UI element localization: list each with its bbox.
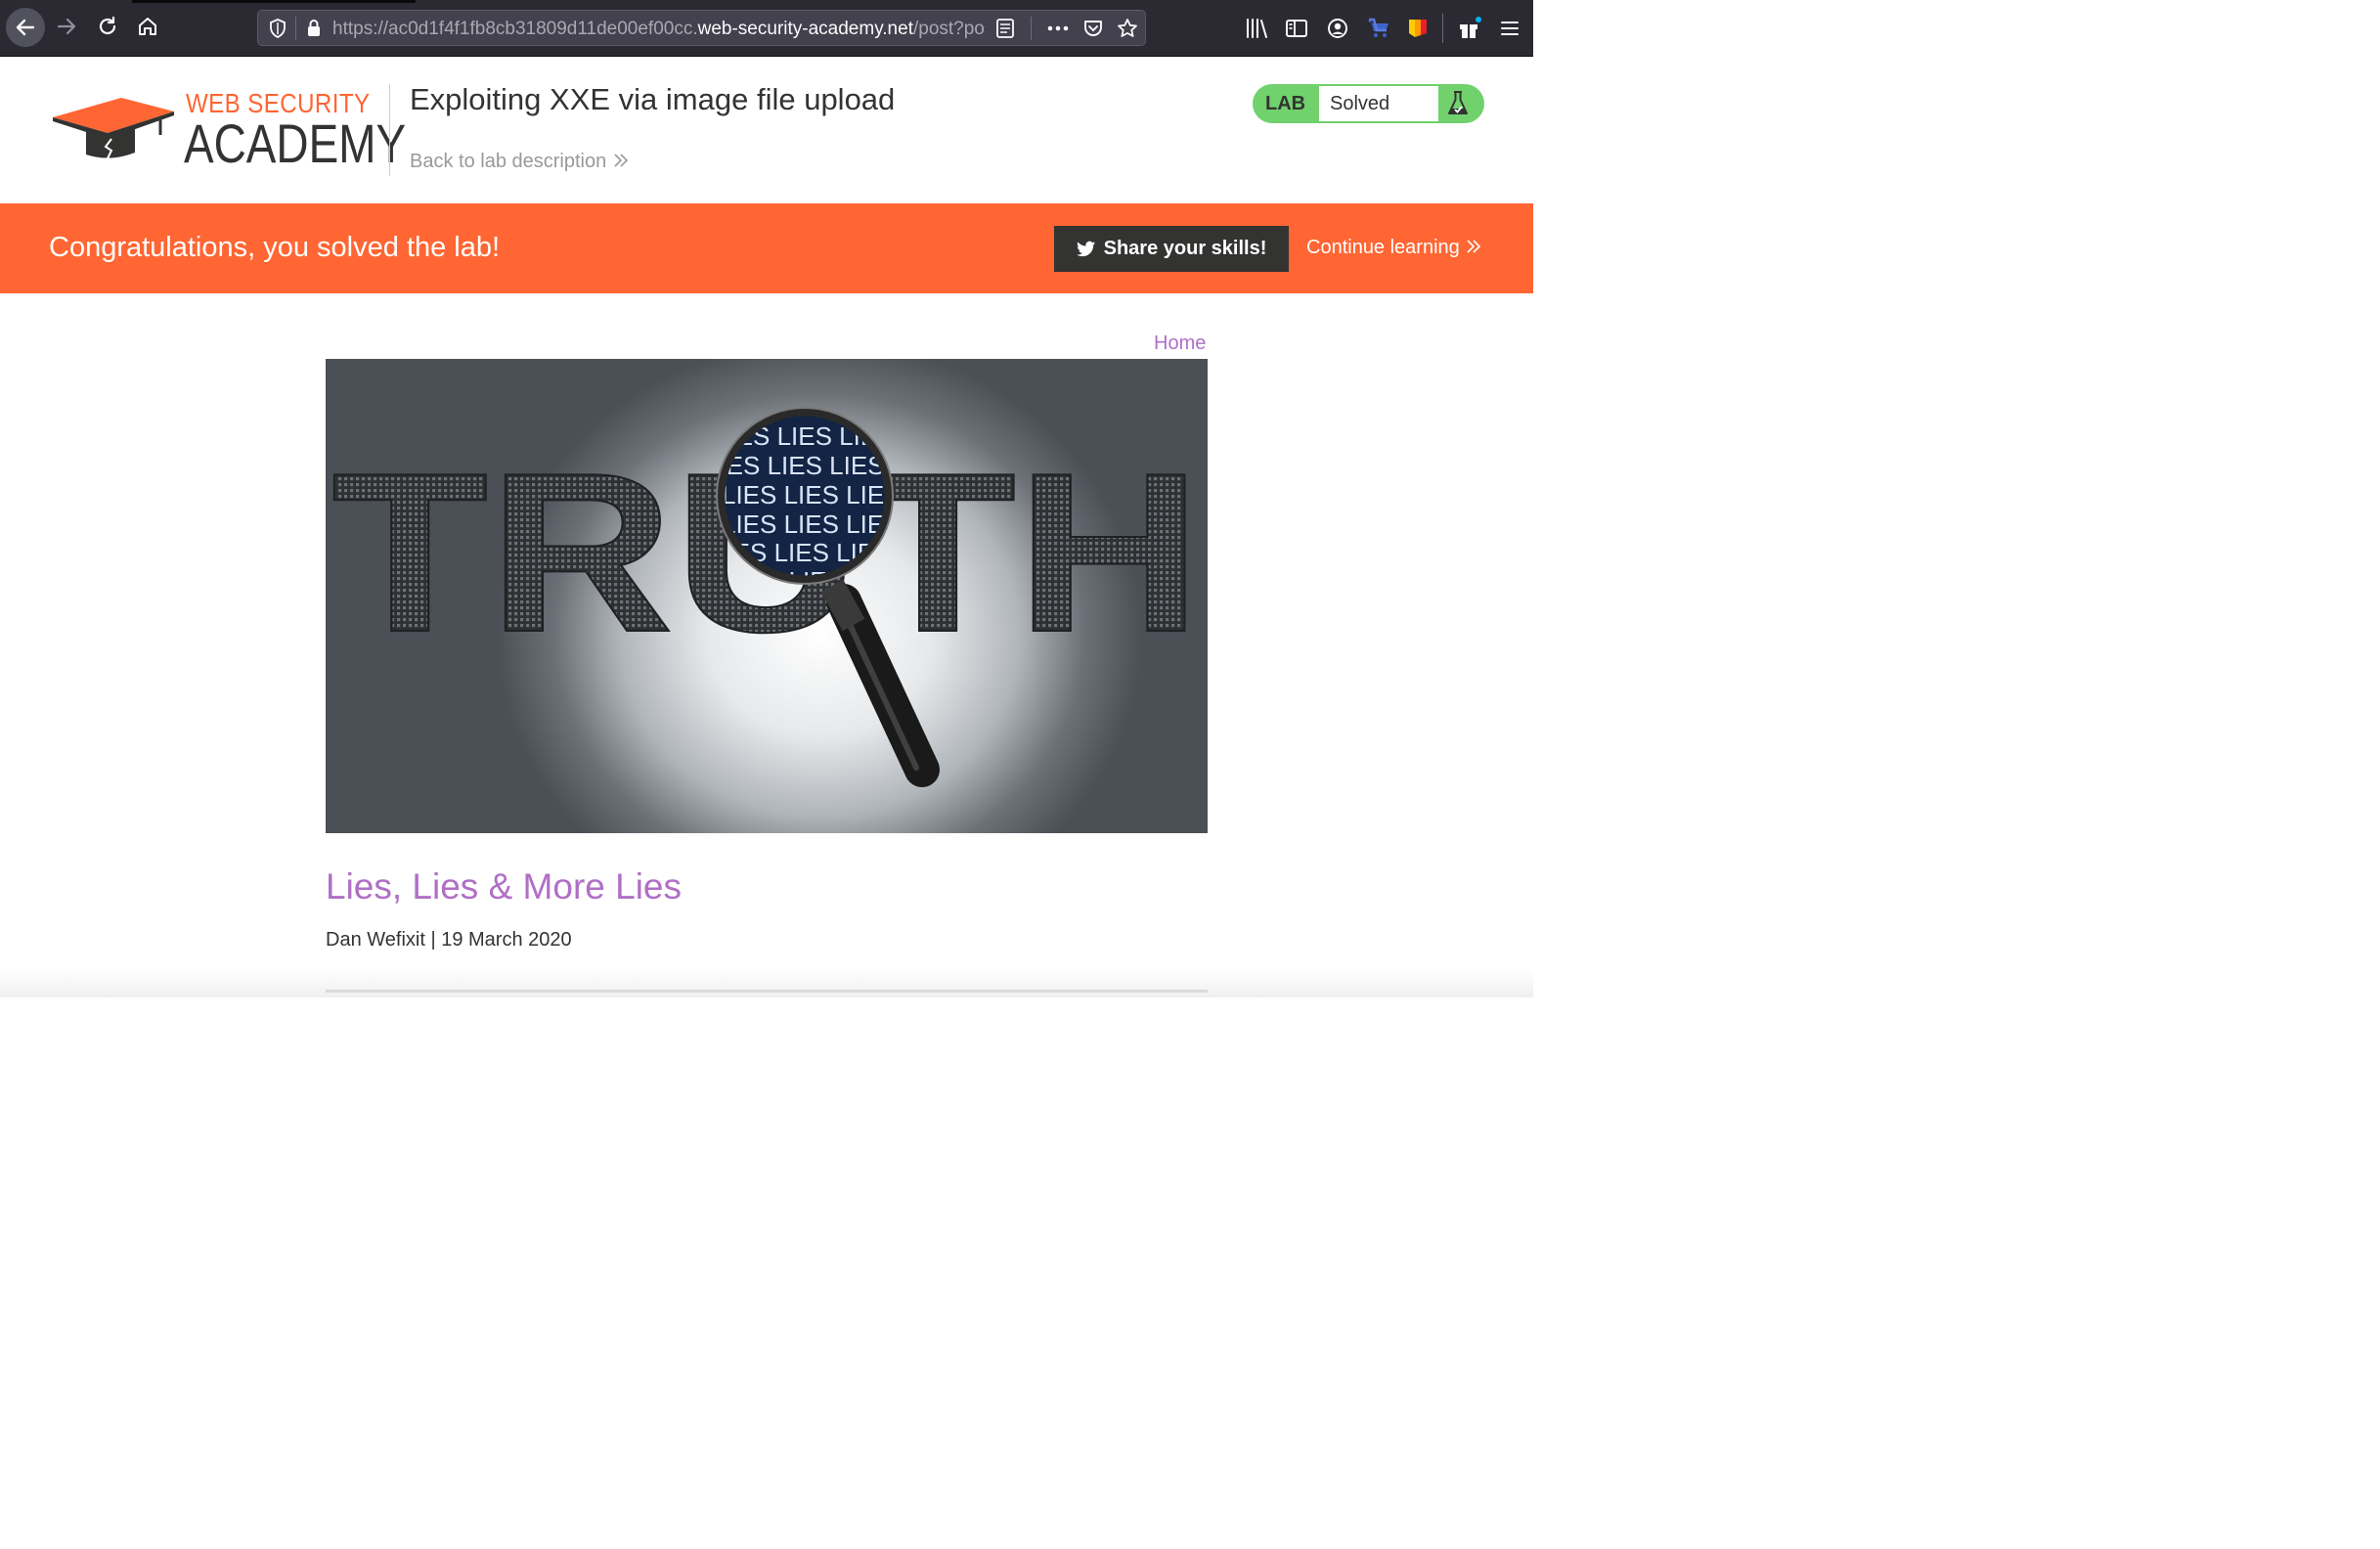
pocket-icon[interactable] — [1081, 18, 1105, 39]
logo-text-bottom: ACADEMY — [184, 112, 407, 174]
browser-toolbar: https://ac0d1f4f1fb8cb31809d11de00ef00cc… — [0, 0, 1533, 57]
share-button-label: Share your skills! — [1103, 238, 1267, 259]
graduation-cap-icon — [53, 98, 174, 159]
back-to-lab-description-link[interactable]: Back to lab description — [410, 151, 630, 173]
post-title: Lies, Lies & More Lies — [326, 866, 683, 907]
share-skills-button[interactable]: Share your skills! — [1054, 226, 1289, 272]
double-chevron-right-icon — [614, 154, 628, 167]
library-icon[interactable] — [1244, 17, 1269, 40]
bookmark-star-icon[interactable] — [1116, 17, 1139, 40]
url-suffix: /post?pos — [912, 19, 986, 39]
academy-logo[interactable]: WEB SECURITY ACADEMY — [51, 86, 406, 179]
twitter-bird-icon — [1076, 241, 1095, 256]
home-link[interactable]: Home — [1154, 332, 1206, 355]
hamburger-menu-icon[interactable] — [1497, 17, 1522, 40]
reader-view-icon[interactable] — [993, 18, 1017, 39]
toolbar-separator — [1442, 14, 1443, 43]
url-text[interactable]: https://ac0d1f4f1fb8cb31809d11de00ef00cc… — [332, 19, 986, 40]
tracking-shield-icon[interactable] — [267, 18, 288, 39]
post-hero-image: TRUTH LIES LIES LIES LIES LIES LIES LIES… — [326, 359, 1208, 833]
whats-new-gift-icon[interactable] — [1457, 16, 1482, 41]
lock-icon[interactable] — [303, 18, 325, 39]
lab-header: WEB SECURITY ACADEMY Exploiting XXE via … — [0, 57, 1533, 203]
back-button[interactable] — [6, 8, 45, 47]
back-link-label: Back to lab description — [410, 151, 607, 172]
lab-status-widget: LAB Solved — [1253, 84, 1484, 123]
home-button[interactable] — [130, 9, 165, 44]
address-separator — [295, 17, 296, 40]
shopping-cart-extension-icon[interactable] — [1365, 17, 1390, 40]
continue-learning-label: Continue learning — [1306, 237, 1460, 258]
reload-button[interactable] — [90, 9, 125, 44]
lab-badge: LAB — [1265, 93, 1306, 114]
flask-check-icon — [1448, 91, 1468, 114]
double-chevron-right-icon — [1467, 240, 1481, 253]
continue-learning-link[interactable]: Continue learning — [1306, 237, 1482, 259]
window-bottom-shadow — [0, 968, 1533, 997]
solved-notification-banner: Congratulations, you solved the lab! Sha… — [0, 203, 1533, 293]
url-prefix: https://ac0d1f4f1fb8cb31809d11de00ef00cc… — [332, 19, 698, 39]
truth-magnifier-illustration: TRUTH LIES LIES LIES LIES LIES LIES LIES… — [331, 407, 1203, 787]
lab-status-box: Solved — [1319, 86, 1438, 121]
forward-button[interactable] — [49, 9, 84, 44]
page-actions-menu-icon[interactable] — [1045, 18, 1071, 39]
header-divider — [389, 84, 390, 176]
address-bar[interactable]: https://ac0d1f4f1fb8cb31809d11de00ef00cc… — [257, 10, 1146, 46]
home-icon — [139, 18, 156, 35]
lab-status-text: Solved — [1330, 93, 1390, 114]
post-author-date: Dan Wefixit | 19 March 2020 — [326, 929, 572, 951]
sidebar-toggle-icon[interactable] — [1284, 17, 1309, 40]
lab-title: Exploiting XXE via image file upload — [410, 82, 896, 116]
flag-extension-icon[interactable] — [1405, 17, 1431, 40]
back-arrow-icon — [16, 19, 35, 36]
congratulations-message: Congratulations, you solved the lab! — [49, 232, 501, 263]
active-tab-indicator — [132, 0, 416, 3]
forward-arrow-icon — [57, 18, 76, 35]
reload-icon — [99, 16, 116, 35]
account-icon[interactable] — [1325, 17, 1350, 40]
address-separator-2 — [1031, 17, 1032, 40]
post-divider — [326, 990, 1208, 993]
url-host: web-security-academy.net — [697, 19, 913, 39]
